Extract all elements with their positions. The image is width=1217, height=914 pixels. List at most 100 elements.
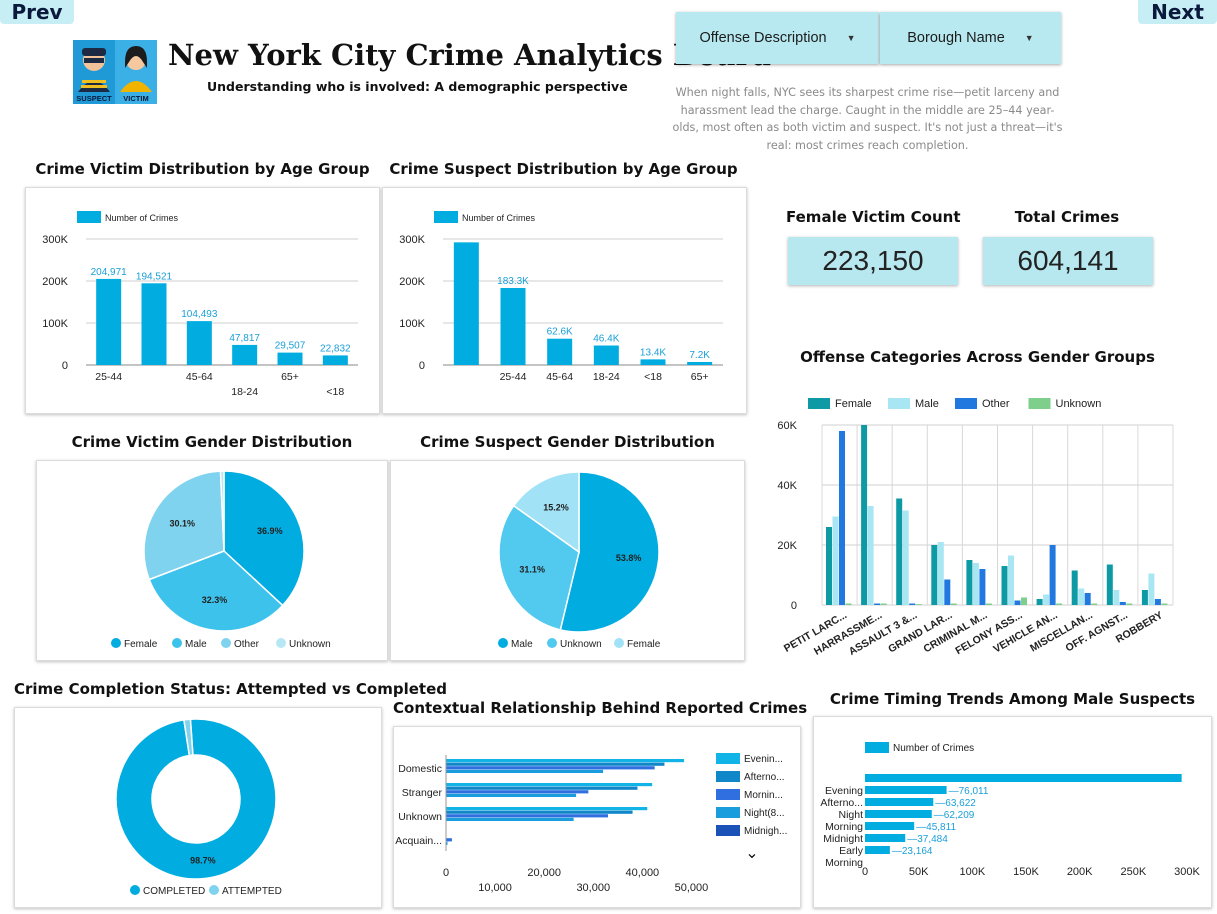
legend-swatch bbox=[955, 398, 977, 409]
offense-description-filter[interactable]: Offense Description ▼ bbox=[676, 12, 879, 64]
legend-swatch bbox=[716, 807, 740, 818]
y-tick-label: 100K bbox=[399, 318, 425, 330]
logo-suspect-label: SUSPECT bbox=[76, 94, 112, 103]
bar bbox=[500, 288, 526, 365]
bar bbox=[1161, 603, 1168, 605]
slice-label: 98.7% bbox=[190, 856, 216, 866]
bar bbox=[979, 569, 986, 605]
legend-label: Male bbox=[185, 639, 207, 650]
offense-gender-title: Offense Categories Across Gender Groups bbox=[800, 348, 1155, 366]
slice-label: 15.2% bbox=[543, 503, 569, 513]
legend-label: Female bbox=[627, 639, 661, 650]
data-label: 204,971 bbox=[91, 267, 128, 278]
bar bbox=[1126, 603, 1133, 605]
legend-dot bbox=[209, 885, 219, 895]
bar bbox=[1036, 599, 1043, 605]
next-button[interactable]: Next bbox=[1138, 0, 1217, 24]
bar bbox=[1148, 573, 1155, 605]
suspect-victim-logo: SUSPECT VICTIM bbox=[73, 40, 157, 104]
dashboard-description: When night falls, NYC sees its sharpest … bbox=[672, 86, 1063, 152]
y-tick-label: Afterno... bbox=[820, 797, 863, 809]
slice-label: 53.8% bbox=[616, 553, 642, 563]
chevron-down-icon: ▼ bbox=[1024, 33, 1034, 43]
chevron-down-icon: ⌄ bbox=[745, 845, 758, 862]
legend-label: ATTEMPTED bbox=[222, 886, 282, 897]
slice-label: 36.9% bbox=[257, 526, 283, 536]
prev-button[interactable]: Prev bbox=[0, 0, 74, 24]
x-tick-label: 250K bbox=[1120, 866, 1146, 878]
y-tick-label: 40K bbox=[777, 480, 797, 492]
legend-swatch bbox=[716, 771, 740, 782]
y-tick-label: Stranger bbox=[402, 787, 443, 799]
legend-dot bbox=[614, 638, 624, 648]
suspect-age-card: Number of Crimes 0 100K 200K 300K 183.3K 62.6K… bbox=[382, 187, 747, 414]
logo-victim-label: VICTIM bbox=[123, 94, 148, 103]
victim-age-card: Number of Crimes 0 100K 200K 300K 204,971 194,… bbox=[25, 187, 380, 414]
legend-label: Night(8... bbox=[744, 808, 785, 819]
bar bbox=[446, 762, 665, 766]
victim-gender-card: 36.9% 32.3% 30.1% Female Male Other Unknown bbox=[36, 460, 388, 661]
victim-age-chart: Number of Crimes 0 100K 200K 300K 204,971 194,… bbox=[42, 211, 358, 398]
bar bbox=[1113, 590, 1120, 605]
bar bbox=[446, 783, 653, 787]
legend-label: Unknown bbox=[1056, 398, 1102, 410]
bar bbox=[1043, 594, 1050, 605]
x-tick-label: 45-64 bbox=[546, 371, 573, 383]
x-tick-label: 18-24 bbox=[231, 386, 258, 398]
bar bbox=[1078, 588, 1085, 605]
suspect-age-chart: Number of Crimes 0 100K 200K 300K 183.3K 62.6K… bbox=[399, 211, 723, 383]
bar bbox=[446, 769, 604, 773]
legend-swatch bbox=[77, 211, 101, 223]
x-tick-label: 65+ bbox=[281, 371, 299, 383]
bar bbox=[446, 810, 633, 814]
x-tick-label: <18 bbox=[644, 371, 662, 383]
legend-swatch bbox=[716, 753, 740, 764]
legend-swatch bbox=[716, 789, 740, 800]
x-tick-label: <18 bbox=[326, 386, 344, 398]
slice-label: 32.3% bbox=[202, 595, 228, 605]
x-tick-label: 300K bbox=[1174, 866, 1200, 878]
bar bbox=[446, 807, 648, 811]
y-tick-label: Domestic bbox=[398, 763, 442, 775]
relationship-card: Domestic Stranger Unknown Acquain... 0 20,000… bbox=[393, 726, 801, 908]
bar bbox=[446, 838, 452, 842]
bar bbox=[915, 604, 922, 605]
y-tick-label: Midnight bbox=[823, 833, 863, 845]
bar bbox=[861, 425, 868, 605]
data-label: 29,507 bbox=[275, 341, 306, 352]
bar bbox=[186, 321, 212, 365]
bar bbox=[277, 352, 303, 365]
relationship-chart: Domestic Stranger Unknown Acquain... 0 20,000… bbox=[395, 753, 787, 894]
suspect-gender-card: 53.8% 31.1% 15.2% Male Unknown Female bbox=[390, 460, 745, 661]
data-label: 62.6K bbox=[547, 327, 573, 338]
female-victim-count-label: Female Victim Count bbox=[786, 208, 961, 226]
bar bbox=[1154, 599, 1161, 605]
bar bbox=[1141, 590, 1148, 605]
legend-swatch bbox=[434, 211, 458, 223]
legend-dot bbox=[276, 638, 286, 648]
legend-label: Other bbox=[234, 639, 260, 650]
data-label: —76,011 bbox=[949, 786, 989, 797]
data-label: 7.2K bbox=[689, 350, 710, 361]
legend-label: Other bbox=[982, 398, 1010, 410]
completion-title: Crime Completion Status: Attempted vs Co… bbox=[14, 680, 447, 698]
male-timing-title: Crime Timing Trends Among Male Suspects bbox=[829, 690, 1196, 708]
y-tick-label: Night bbox=[838, 809, 863, 821]
bar bbox=[593, 345, 619, 365]
bar bbox=[865, 846, 890, 854]
x-tick-label: 30,000 bbox=[576, 882, 610, 894]
legend-label: Female bbox=[124, 639, 158, 650]
relationship-title: Contextual Relationship Behind Reported … bbox=[393, 699, 808, 717]
victim-gender-chart: 36.9% 32.3% 30.1% Female Male Other Unknown bbox=[111, 470, 331, 650]
borough-name-filter[interactable]: Borough Name ▼ bbox=[880, 12, 1061, 64]
total-crimes-value: 604,141 bbox=[983, 237, 1153, 285]
data-label: —37,484 bbox=[907, 834, 948, 845]
x-tick-label: 18-24 bbox=[593, 371, 620, 383]
data-label: 183.3K bbox=[497, 276, 529, 287]
bar bbox=[1106, 564, 1113, 605]
legend-dot bbox=[498, 638, 508, 648]
y-tick-label: 0 bbox=[62, 360, 68, 372]
bar bbox=[446, 790, 589, 794]
bar bbox=[446, 793, 577, 797]
chevron-down-icon: ▼ bbox=[846, 33, 856, 43]
